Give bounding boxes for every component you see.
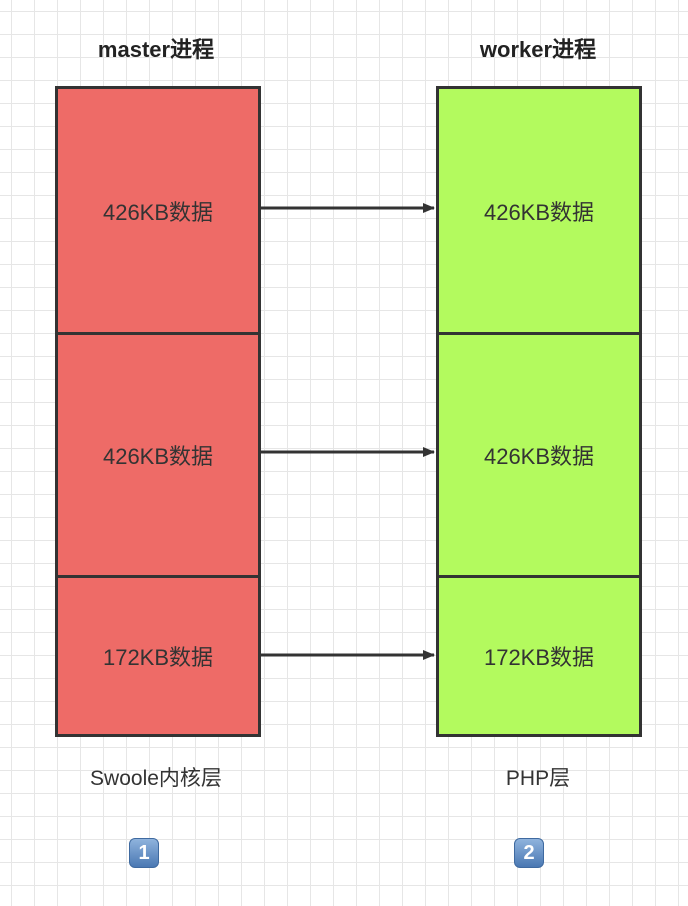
keycap-one-icon: 1 (129, 838, 159, 868)
php-layer-label: PHP层 (505, 767, 571, 790)
keycap-two-icon: 2 (514, 838, 544, 868)
swoole-kernel-layer-label: Swoole内核层 (90, 767, 222, 790)
